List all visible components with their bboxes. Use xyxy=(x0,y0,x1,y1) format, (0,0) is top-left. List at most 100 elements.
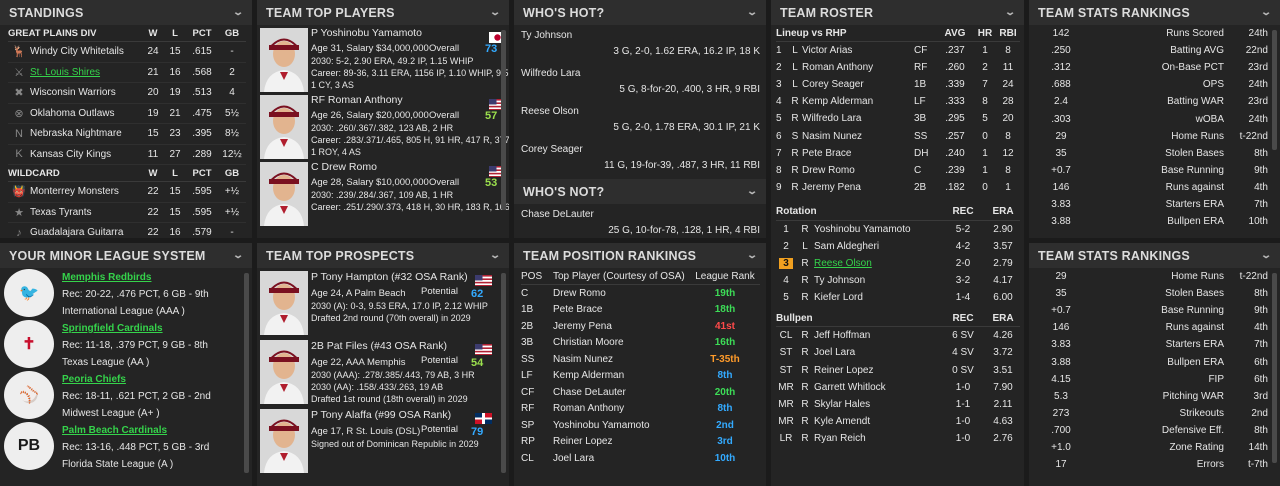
position-player[interactable]: Joel Lara xyxy=(553,453,690,464)
player-name[interactable]: C Drew Romo xyxy=(311,161,377,173)
scrollbar[interactable] xyxy=(244,273,249,473)
player-name[interactable]: Nasim Nunez xyxy=(802,131,914,142)
stat-row[interactable]: .312 On-Base PCT 23rd xyxy=(1029,59,1280,76)
standings-row[interactable]: ★ Texas Tyrants 22 15 .595 +½ xyxy=(8,203,246,223)
rotation-row[interactable]: 4 R Ty Johnson 3-2 4.17 xyxy=(776,272,1020,289)
prospects-header[interactable]: TEAM TOP PROSPECTS ⌄ xyxy=(257,243,509,268)
chevron-down-icon[interactable]: ⌄ xyxy=(747,186,759,197)
hot-player-row[interactable]: Corey Seager 11 G, 19-for-39, .487, 3 HR,… xyxy=(521,139,760,177)
position-row[interactable]: LF Kemp Alderman 8th xyxy=(521,368,760,385)
player-name[interactable]: Ty Johnson xyxy=(521,30,572,41)
stat-row[interactable]: 35 Stolen Bases 8th xyxy=(1029,285,1280,302)
scrollbar[interactable] xyxy=(1272,30,1277,150)
scrollbar[interactable] xyxy=(501,273,506,473)
lineup-row[interactable]: 7 R Pete Brace DH .240 1 12 xyxy=(776,145,1020,162)
position-player[interactable]: Yoshinobu Yamamoto xyxy=(553,420,690,431)
player-name[interactable]: Garrett Whitlock xyxy=(814,382,940,393)
position-row[interactable]: 1B Pete Brace 18th xyxy=(521,302,760,319)
hot-player-row[interactable]: Ty Johnson 3 G, 2-0, 1.62 ERA, 16.2 IP, 1… xyxy=(521,25,760,63)
rotation-row[interactable]: 3 R Reese Olson 2-0 2.79 xyxy=(776,255,1020,272)
position-row[interactable]: 2B Jeremy Pena 41st xyxy=(521,318,760,335)
lineup-row[interactable]: 6 S Nasim Nunez SS .257 0 8 xyxy=(776,127,1020,144)
player-name[interactable]: Ryan Reich xyxy=(814,433,940,444)
minor-league-team[interactable]: PB Palm Beach Cardinals Rec: 13-16, .448 P… xyxy=(0,421,252,472)
position-player[interactable]: Christian Moore xyxy=(553,337,690,348)
position-row[interactable]: 3B Christian Moore 16th xyxy=(521,335,760,352)
player-name[interactable]: Yoshinobu Yamamoto xyxy=(814,224,940,235)
position-row[interactable]: RP Reiner Lopez 3rd xyxy=(521,434,760,451)
stat-row[interactable]: 2.4 Batting WAR 23rd xyxy=(1029,93,1280,110)
player-name[interactable]: Chase DeLauter xyxy=(521,209,594,220)
stats-rankings-header[interactable]: TEAM STATS RANKINGS ⌄ xyxy=(1029,243,1280,268)
lineup-row[interactable]: 1 L Victor Arias CF .237 1 8 xyxy=(776,42,1020,59)
player-name[interactable]: Ty Johnson xyxy=(814,275,940,286)
player-name[interactable]: Kiefer Lord xyxy=(814,292,940,303)
lineup-row[interactable]: 8 R Drew Romo C .239 1 8 xyxy=(776,162,1020,179)
stat-row[interactable]: 146 Runs against 4th xyxy=(1029,319,1280,336)
stat-row[interactable]: 29 Home Runs t-22nd xyxy=(1029,268,1280,285)
stat-row[interactable]: 3.83 Starters ERA 7th xyxy=(1029,336,1280,353)
standings-header[interactable]: STANDINGS ⌄ xyxy=(0,0,252,25)
player-name[interactable]: Corey Seager xyxy=(802,79,914,90)
bullpen-row[interactable]: MR R Garrett Whitlock 1-0 7.90 xyxy=(776,379,1020,396)
position-player[interactable]: Pete Brace xyxy=(553,304,690,315)
prospect-card[interactable]: P Tony Alaffa (#99 OSA Rank) Age 17, R St… xyxy=(257,406,501,474)
chevron-down-icon[interactable]: ⌄ xyxy=(747,250,759,261)
rotation-row[interactable]: 1 R Yoshinobu Yamamoto 5-2 2.90 xyxy=(776,221,1020,238)
chevron-down-icon[interactable]: ⌄ xyxy=(1005,7,1017,18)
stat-row[interactable]: 146 Runs against 4th xyxy=(1029,179,1280,196)
bullpen-row[interactable]: ST R Reiner Lopez 0 SV 3.51 xyxy=(776,362,1020,379)
chevron-down-icon[interactable]: ⌄ xyxy=(233,250,245,261)
lineup-row[interactable]: 5 R Wilfredo Lara 3B .295 5 20 xyxy=(776,110,1020,127)
stat-row[interactable]: .688 OPS 24th xyxy=(1029,76,1280,93)
position-player[interactable]: Nasim Nunez xyxy=(553,354,690,365)
stat-row[interactable]: 17 Errors t-7th xyxy=(1029,456,1280,473)
player-name[interactable]: Joel Lara xyxy=(814,347,940,358)
standings-row[interactable]: ⊗ Oklahoma Outlaws 19 21 .475 5½ xyxy=(8,104,246,124)
stat-row[interactable]: 3.88 Bullpen ERA 10th xyxy=(1029,213,1280,230)
position-row[interactable]: SP Yoshinobu Yamamoto 2nd xyxy=(521,417,760,434)
minor-league-team[interactable]: ⚾ Peoria Chiefs Rec: 18-11, .621 PCT, 2 GB… xyxy=(0,370,252,421)
lineup-row[interactable]: 9 R Jeremy Pena 2B .182 0 1 xyxy=(776,179,1020,196)
player-name[interactable]: Reiner Lopez xyxy=(814,365,940,376)
bullpen-row[interactable]: MR R Skylar Hales 1-1 2.11 xyxy=(776,396,1020,413)
lineup-row[interactable]: 4 R Kemp Alderman LF .333 8 28 xyxy=(776,93,1020,110)
player-name[interactable]: Wilfredo Lara xyxy=(521,68,580,79)
standings-row[interactable]: N Nebraska Nightmare 15 23 .395 8½ xyxy=(8,124,246,145)
standings-row[interactable]: K Kansas City Kings 11 27 .289 12½ xyxy=(8,145,246,165)
stat-row[interactable]: +1.0 Zone Rating 14th xyxy=(1029,439,1280,456)
prospect-card[interactable]: P Tony Hampton (#32 OSA Rank) Age 24, A P… xyxy=(257,268,501,336)
minor-league-header[interactable]: YOUR MINOR LEAGUE SYSTEM ⌄ xyxy=(0,243,252,268)
roster-header[interactable]: TEAM ROSTER ⌄ xyxy=(771,0,1024,25)
minor-team-link[interactable]: Peoria Chiefs xyxy=(62,374,126,385)
chevron-down-icon[interactable]: ⌄ xyxy=(1261,7,1273,18)
stat-row[interactable]: 3.83 Starters ERA 7th xyxy=(1029,196,1280,213)
scrollbar[interactable] xyxy=(1272,273,1277,463)
prospect-name[interactable]: 2B Pat Files (#43 OSA Rank) xyxy=(311,340,447,352)
player-name[interactable]: Sam Aldegheri xyxy=(814,241,940,252)
standings-row[interactable]: ⚔ St. Louis Shires 21 16 .568 2 xyxy=(8,63,246,83)
stat-row[interactable]: .303 wOBA 24th xyxy=(1029,110,1280,127)
team-name[interactable]: St. Louis Shires xyxy=(30,67,142,78)
position-row[interactable]: CF Chase DeLauter 20th xyxy=(521,384,760,401)
stat-row[interactable]: 35 Stolen Bases 8th xyxy=(1029,145,1280,162)
lineup-row[interactable]: 3 L Corey Seager 1B .339 7 24 xyxy=(776,76,1020,93)
minor-league-team[interactable]: ✝ Springfield Cardinals Rec: 11-18, .379 P… xyxy=(0,319,252,370)
hot-player-row[interactable]: Reese Olson 5 G, 2-0, 1.78 ERA, 30.1 IP, … xyxy=(521,101,760,139)
minor-team-link[interactable]: Palm Beach Cardinals xyxy=(62,425,167,436)
position-row[interactable]: RF Roman Anthony 8th xyxy=(521,401,760,418)
standings-row[interactable]: 👹 Monterrey Monsters 22 15 .595 +½ xyxy=(8,182,246,203)
player-name[interactable]: Reese Olson xyxy=(521,106,579,117)
minor-team-link[interactable]: Memphis Redbirds xyxy=(62,272,151,283)
player-name[interactable]: Drew Romo xyxy=(802,165,914,176)
rotation-row[interactable]: 5 R Kiefer Lord 1-4 6.00 xyxy=(776,289,1020,306)
stat-row[interactable]: .700 Defensive Eff. 8th xyxy=(1029,422,1280,439)
position-player[interactable]: Jeremy Pena xyxy=(553,321,690,332)
stat-row[interactable]: 29 Home Runs t-22nd xyxy=(1029,128,1280,145)
whos-not-header[interactable]: WHO'S NOT? ⌄ xyxy=(514,179,766,204)
stat-row[interactable]: 273 Strikeouts 2nd xyxy=(1029,405,1280,422)
stats-rankings-header[interactable]: TEAM STATS RANKINGS ⌄ xyxy=(1029,0,1280,25)
hot-player-row[interactable]: Chase DeLauter 25 G, 10-for-78, .128, 1 H… xyxy=(521,204,760,238)
whos-hot-header[interactable]: WHO'S HOT? ⌄ xyxy=(514,0,766,25)
top-player-card[interactable]: RF Roman Anthony Age 26, Salary $20,000,0… xyxy=(257,92,509,159)
